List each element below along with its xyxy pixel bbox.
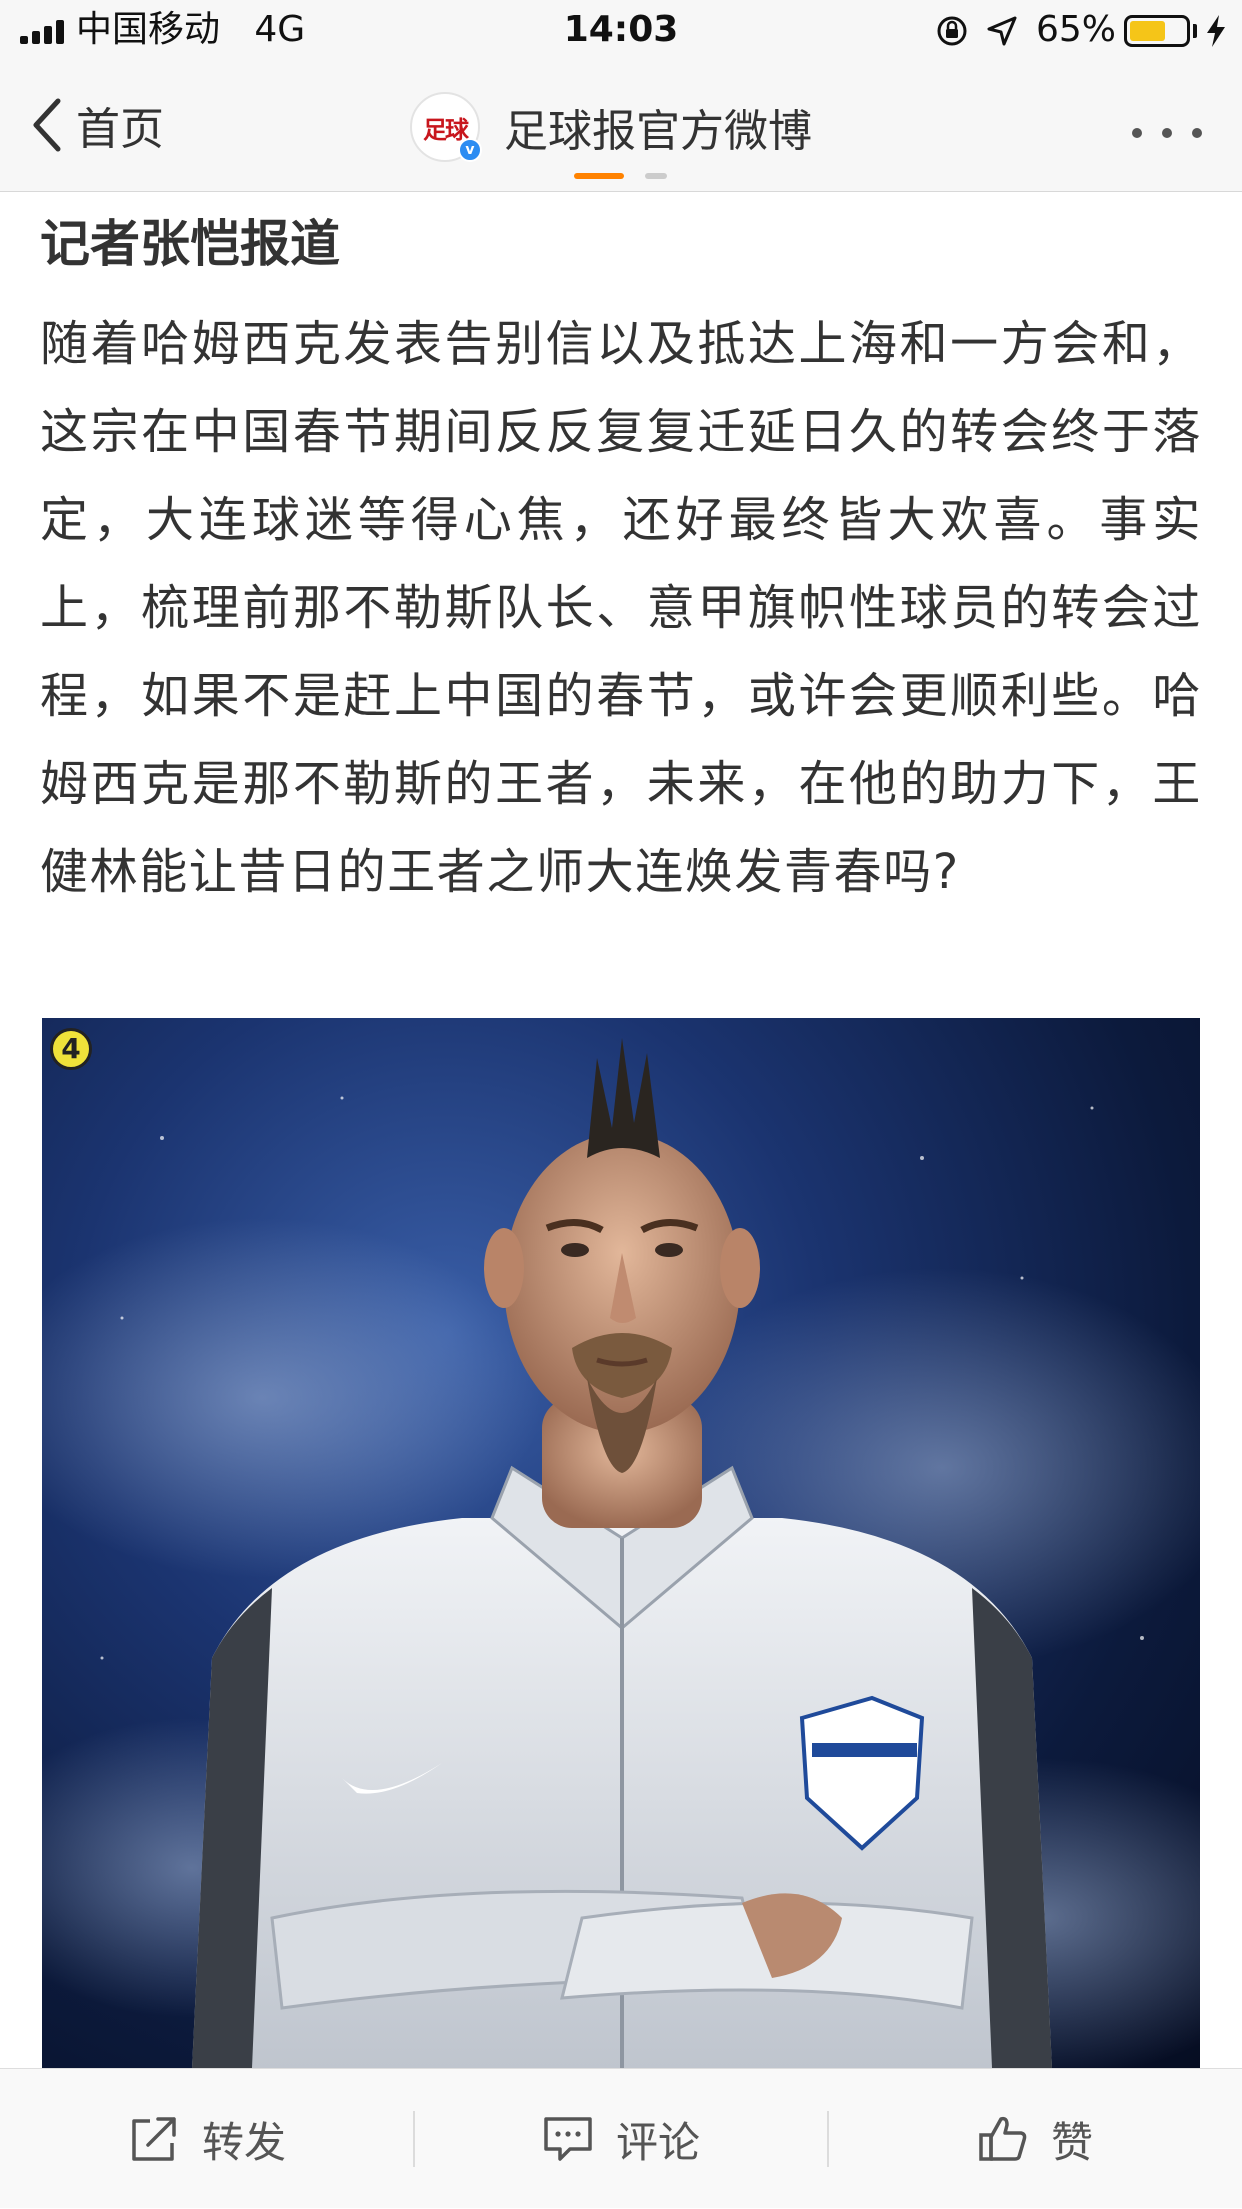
like-button[interactable]: 赞 bbox=[828, 2069, 1242, 2209]
charging-bolt-icon bbox=[1207, 15, 1225, 47]
location-arrow-icon bbox=[987, 16, 1017, 46]
avatar[interactable]: 足球 v bbox=[410, 92, 482, 162]
bottom-toolbar: 转发 评论 赞 bbox=[0, 2068, 1242, 2208]
battery-icon bbox=[1124, 15, 1190, 47]
account-header[interactable]: 足球 v 足球报官方微博 bbox=[410, 92, 812, 162]
like-label: 赞 bbox=[1050, 2117, 1093, 2167]
player-portrait-image bbox=[42, 1038, 1200, 2068]
more-options-button[interactable] bbox=[1128, 120, 1208, 150]
navigation-bar: 首页 足球 v 足球报官方微博 bbox=[0, 60, 1242, 192]
chevron-left-icon bbox=[33, 98, 61, 152]
page-indicator-inactive bbox=[645, 173, 667, 179]
article-content: 记者张恺报道 随着哈姆西克发表告别信以及抵达上海和一方会和，这宗在中国春节期间反… bbox=[40, 192, 1202, 916]
rotation-lock-icon bbox=[937, 16, 967, 46]
back-label: 首页 bbox=[76, 104, 164, 155]
comment-button[interactable]: 评论 bbox=[414, 2069, 828, 2209]
back-button[interactable]: 首页 bbox=[30, 90, 164, 160]
verified-badge-icon: v bbox=[458, 138, 482, 162]
battery-level bbox=[1130, 21, 1166, 41]
article-body: 随着哈姆西克发表告别信以及抵达上海和一方会和，这宗在中国春节期间反反复复迁延日久… bbox=[40, 316, 1202, 900]
article-photo[interactable]: 4 bbox=[42, 1018, 1200, 2068]
share-icon bbox=[132, 2117, 176, 2161]
article-byline: 记者张恺报道 bbox=[40, 215, 340, 273]
battery-percent: 65% bbox=[1036, 9, 1117, 50]
battery-cap bbox=[1193, 24, 1197, 38]
avatar-logo: 足球 bbox=[423, 114, 469, 144]
thumbs-up-icon bbox=[979, 2116, 1027, 2161]
photo-index-badge: 4 bbox=[50, 1028, 92, 1070]
comment-label: 评论 bbox=[615, 2117, 700, 2167]
repost-button[interactable]: 转发 bbox=[0, 2069, 414, 2209]
status-bar: 中国移动 4G 14:03 65% bbox=[0, 0, 1242, 60]
repost-label: 转发 bbox=[201, 2117, 286, 2167]
page-indicator-active bbox=[574, 173, 624, 179]
account-name[interactable]: 足球报官方微博 bbox=[504, 95, 812, 159]
comment-icon bbox=[544, 2117, 592, 2161]
